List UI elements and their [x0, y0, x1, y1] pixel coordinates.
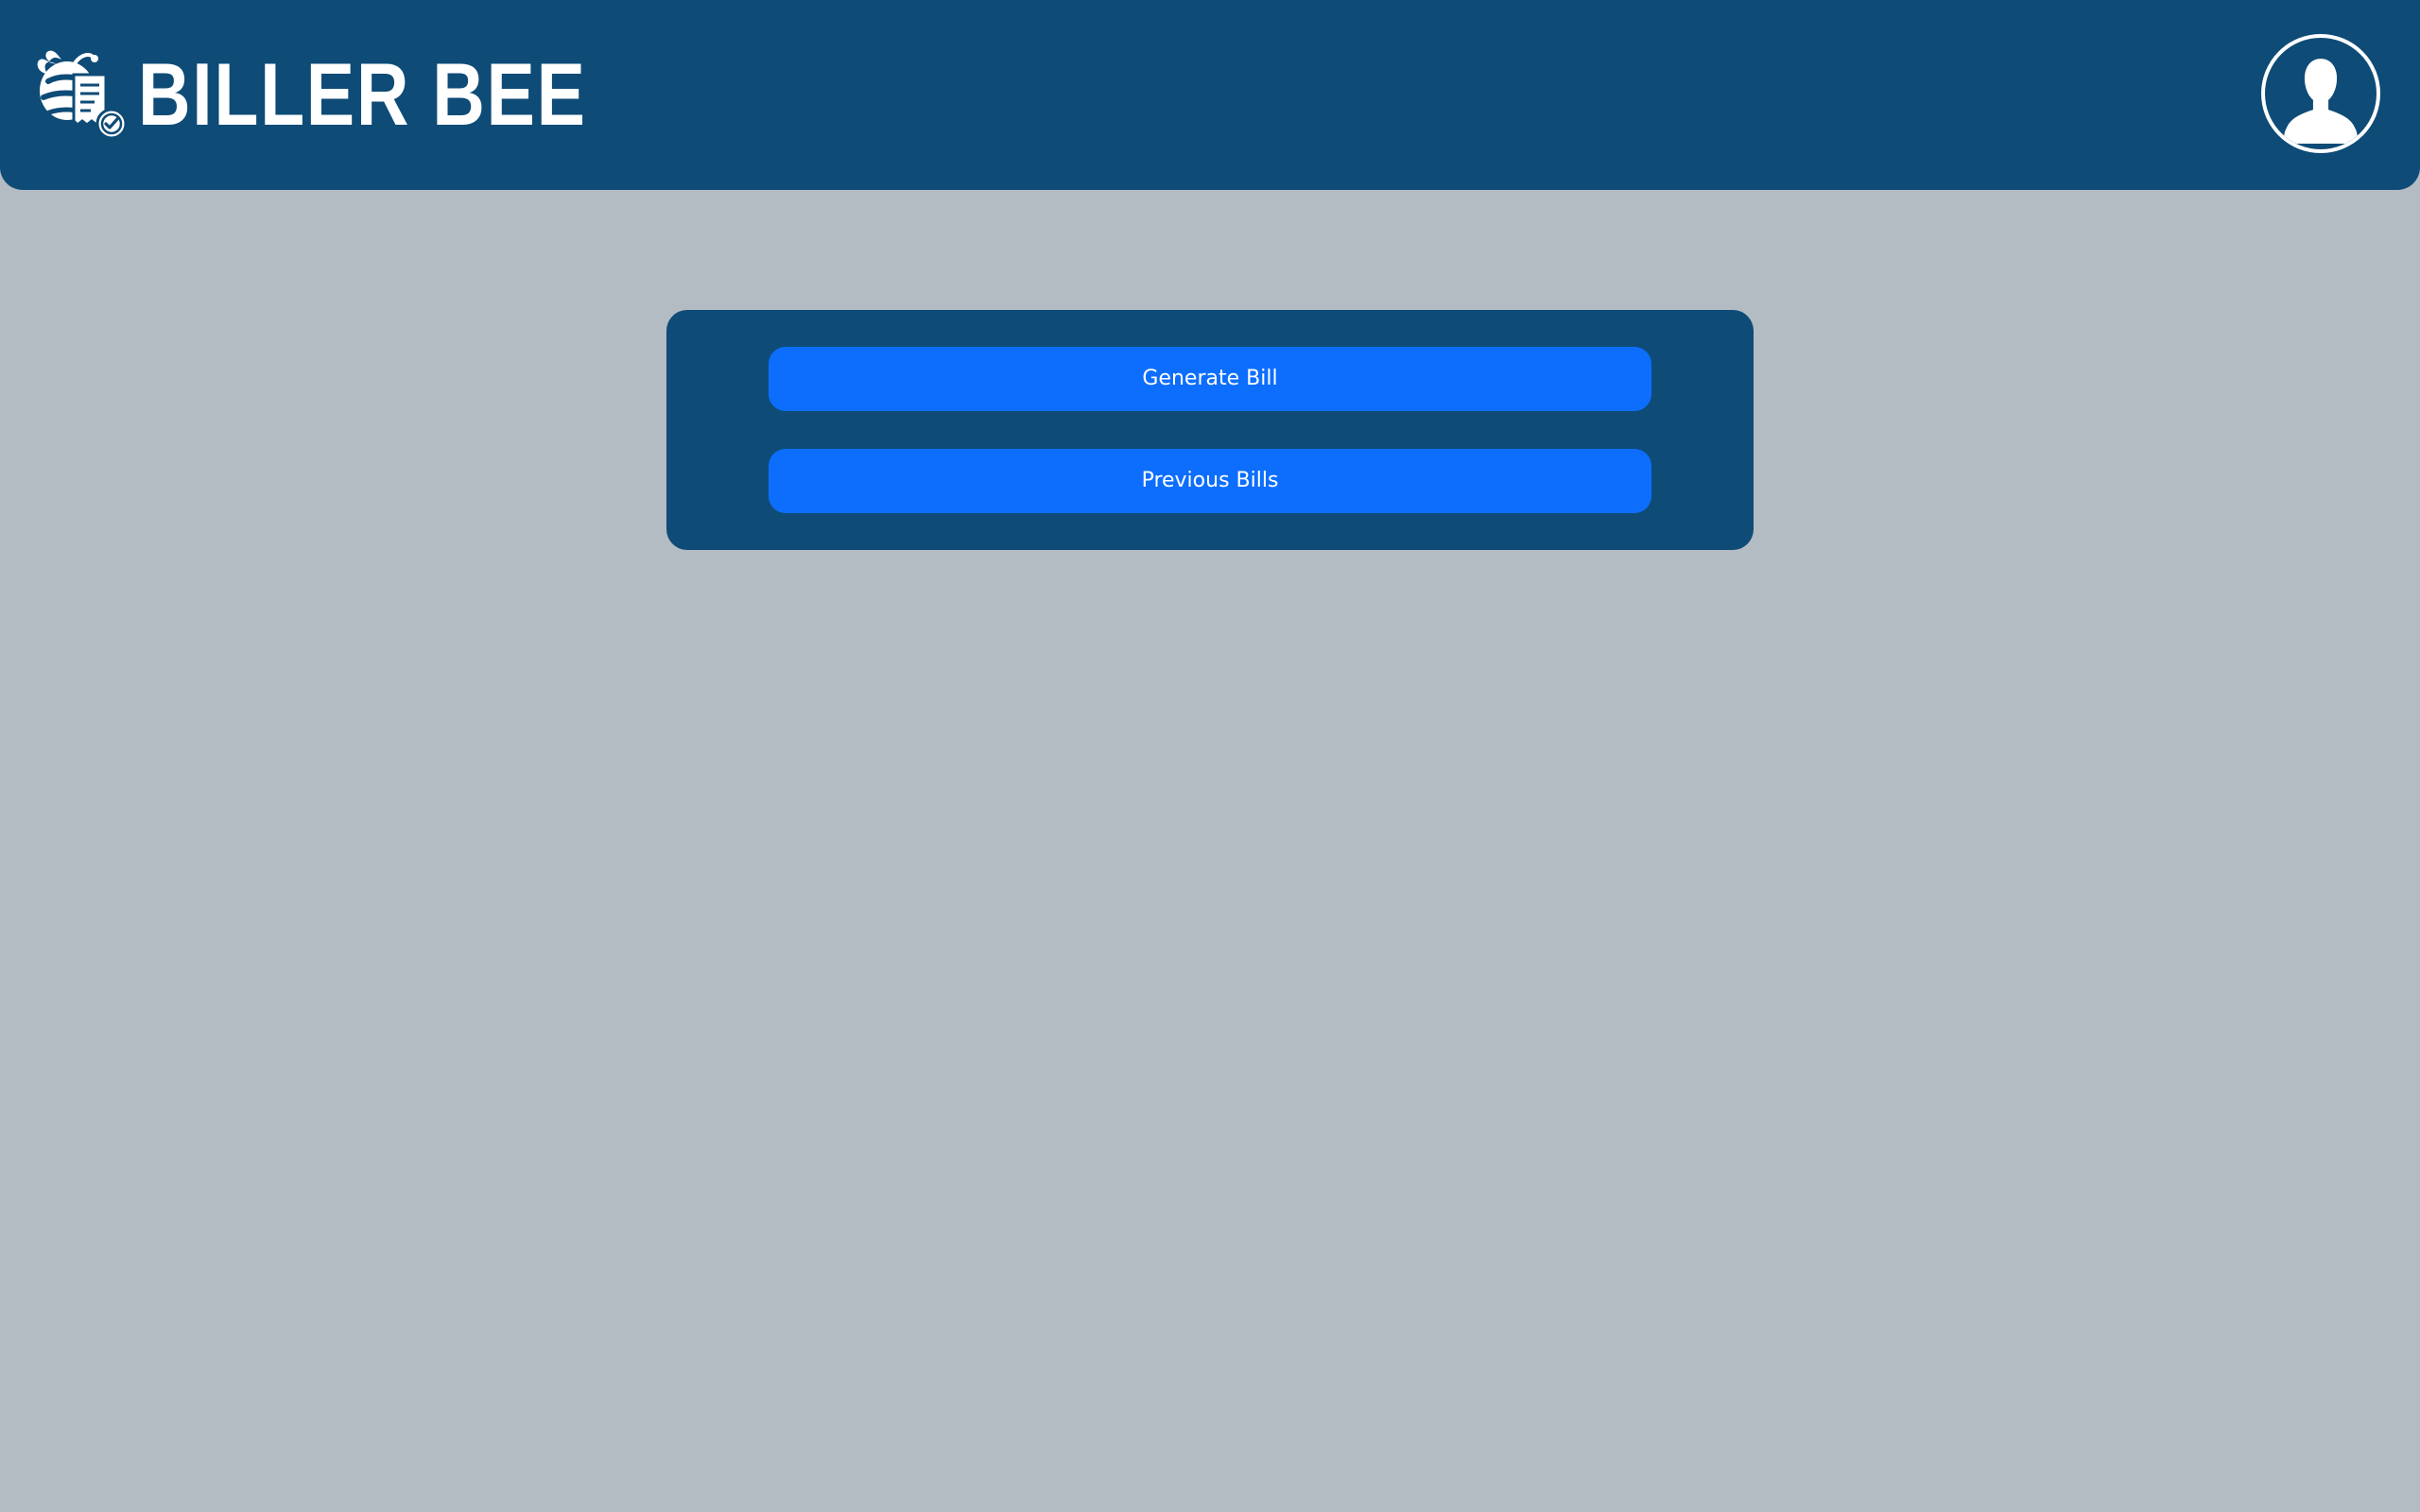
- previous-bills-button[interactable]: Previous Bills: [769, 449, 1651, 513]
- top-navigation-bar: BILLER BEE: [0, 0, 2420, 190]
- bee-receipt-check-icon: [37, 50, 128, 140]
- bill-menu-card: Generate Bill Previous Bills: [666, 310, 1754, 550]
- profile-avatar-button[interactable]: [2261, 34, 2380, 153]
- brand-name: BILLER BEE: [138, 44, 587, 144]
- generate-bill-button[interactable]: Generate Bill: [769, 347, 1651, 411]
- user-avatar-icon: [2284, 59, 2358, 144]
- brand[interactable]: BILLER BEE: [32, 42, 685, 147]
